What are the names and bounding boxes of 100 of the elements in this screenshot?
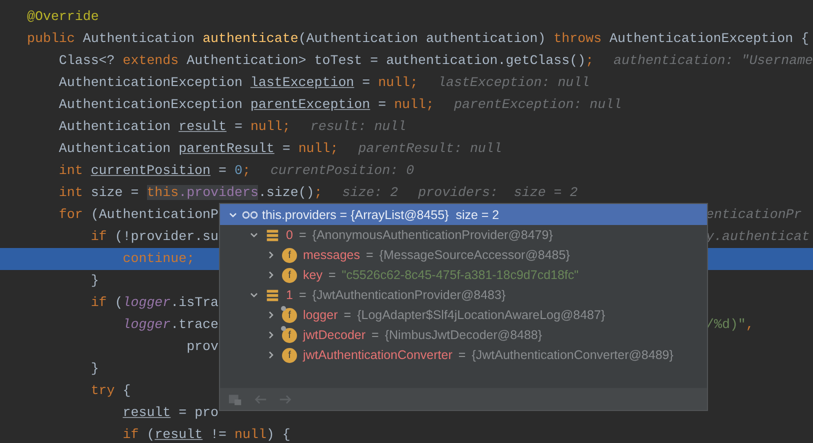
code-token: AuthenticationException: [58, 75, 244, 90]
code-token: null: [234, 427, 266, 442]
chevron-right-icon[interactable]: [266, 270, 276, 280]
code-token: = pro: [178, 405, 219, 420]
node-value: {NimbusJwtDecoder@8488}: [384, 328, 542, 342]
inline-hint: result: null: [310, 119, 406, 134]
equals-sign: =: [366, 248, 374, 262]
code-token: prov: [186, 339, 218, 354]
code-token: }: [90, 273, 99, 288]
field-icon: f: [282, 268, 297, 282]
code-token: null;: [394, 97, 434, 112]
code-token: ) {: [266, 427, 290, 442]
code-token: Authentication> toTest = authentication.getClass(): [186, 53, 586, 68]
node-name: key: [303, 268, 322, 282]
chevron-right-icon[interactable]: [266, 250, 276, 260]
equals-sign: =: [328, 268, 336, 282]
code-token: .isTra: [170, 295, 219, 310]
code-token: ,: [746, 317, 754, 332]
code-token: if: [122, 427, 139, 442]
node-name: messages: [303, 248, 360, 262]
glasses-icon: [242, 210, 258, 220]
code-token: result: [178, 119, 226, 134]
chevron-right-icon[interactable]: [266, 310, 276, 320]
code-token: throws: [554, 31, 602, 46]
code-token: continue;: [122, 251, 195, 266]
node-value: "c5526c62-8c45-475f-a381-18c9d7cd18fc": [342, 268, 579, 282]
equals-sign: =: [298, 228, 306, 242]
code-token: if: [90, 295, 107, 310]
code-token: !=: [210, 427, 228, 442]
code-token: for: [58, 207, 83, 222]
node-name: jwtDecoder: [303, 328, 366, 342]
code-token: parentException: [250, 97, 370, 112]
code-token: 0: [234, 163, 242, 178]
code-token: ;: [242, 163, 250, 178]
code-token: AuthenticationException {: [608, 31, 810, 46]
code-token: /%d)": [706, 317, 746, 332]
inline-hint: providers: size = 2: [418, 185, 578, 200]
code-token: null;: [378, 75, 418, 90]
code-token: Authentication: [58, 141, 172, 156]
inline-hint: parentResult: null: [358, 141, 502, 156]
equals-sign: =: [344, 308, 352, 322]
code-token: extends: [122, 53, 179, 68]
code-token: (!provider.su: [114, 229, 219, 244]
watch-expression: this.providers = {ArrayList@8455} size = 2: [262, 208, 500, 222]
code-token: null;: [250, 119, 290, 134]
equals-sign: =: [458, 348, 466, 362]
code-token: int: [58, 185, 83, 200]
inline-hint: enticationPr: [706, 207, 802, 222]
code-token: currentPosition: [90, 163, 211, 178]
code-token: (: [146, 427, 155, 442]
node-value: {LogAdapter$Slf4jLocationAwareLog@8487}: [357, 308, 606, 322]
marked-field-icon: f: [282, 308, 297, 322]
code-token: =: [281, 141, 292, 156]
chevron-down-icon[interactable]: [249, 290, 259, 300]
code-token: .size(): [258, 185, 314, 200]
node-name: jwtAuthenticationConverter: [303, 348, 452, 362]
code-token: logger: [122, 295, 171, 310]
equals-sign: =: [372, 328, 379, 342]
inline-hint: lastException: null: [438, 75, 590, 90]
code-token: (: [114, 295, 123, 310]
code-token: result: [122, 405, 171, 420]
code-token: .trace: [170, 317, 219, 332]
inline-hint: currentPosition: 0: [270, 163, 414, 178]
code-token: null;: [298, 141, 338, 156]
code-token: =: [361, 75, 372, 90]
code-token: size =: [90, 185, 140, 200]
code-token: ;: [314, 185, 322, 200]
node-value: {JwtAuthenticationConverter@8489}: [472, 348, 674, 362]
node-name: logger: [303, 308, 338, 322]
marked-field-icon: f: [282, 328, 297, 342]
equals-sign: =: [298, 288, 306, 302]
code-token: Authentication: [82, 31, 196, 46]
node-name: 1: [286, 288, 293, 302]
code-token: }: [90, 361, 99, 376]
code-token: {: [122, 383, 131, 398]
code-token: public: [27, 31, 75, 46]
node-value: {AnonymousAuthenticationProvider@8479}: [312, 228, 553, 242]
code-token: ;: [586, 53, 594, 68]
chevron-right-icon[interactable]: [266, 350, 276, 360]
code-token: lastException: [250, 75, 354, 90]
chevron-down-icon[interactable]: [249, 230, 259, 240]
inline-hint: parentException: null: [454, 97, 622, 112]
inline-hint: y.authenticat: [706, 229, 810, 244]
chevron-right-icon[interactable]: [266, 330, 276, 340]
code-token: =: [377, 97, 388, 112]
inline-hint: authentication: "Username: [614, 53, 813, 68]
code-token: if: [90, 229, 107, 244]
code-token: @Override: [27, 9, 99, 24]
field-icon: f: [282, 348, 297, 362]
field-icon: f: [282, 248, 297, 262]
inline-hint: size: 2: [342, 185, 398, 200]
code-token: =: [233, 119, 244, 134]
code-token: .providers: [178, 185, 258, 200]
code-token: this: [146, 185, 179, 200]
code-token: Class<?: [58, 53, 116, 68]
node-value: {JwtAuthenticationProvider@8483}: [312, 288, 506, 302]
node-value: {MessageSourceAccessor@8485}: [379, 248, 570, 262]
code-token: result: [154, 427, 203, 442]
code-token: try: [90, 383, 115, 398]
code-token: AuthenticationException: [58, 97, 244, 112]
